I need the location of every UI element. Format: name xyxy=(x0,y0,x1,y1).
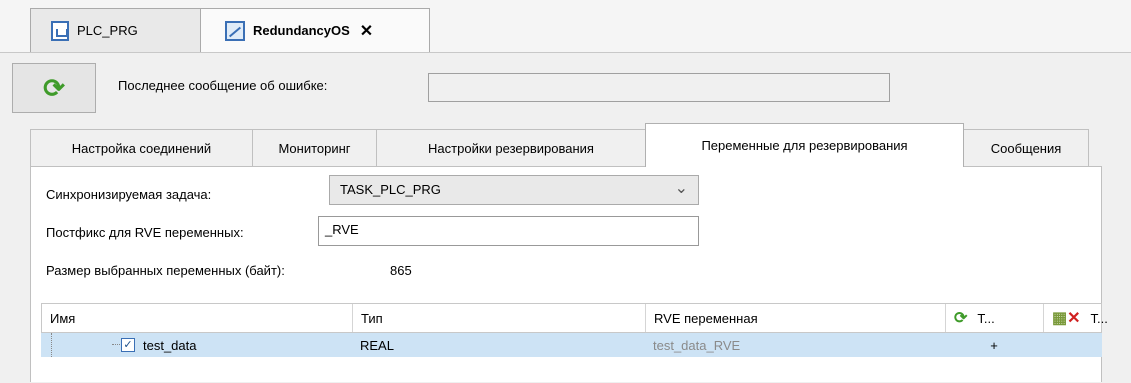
tab-label: RedundancyOS xyxy=(253,23,350,38)
sync-task-label: Синхронизируемая задача: xyxy=(46,187,212,202)
column-label: Имя xyxy=(50,310,76,326)
cell-sync[interactable]: + xyxy=(945,333,1043,357)
delete-icon: ▦✕ xyxy=(1052,310,1081,327)
column-name[interactable]: Имя xyxy=(42,304,353,332)
column-delete[interactable]: ▦✕ Т... xyxy=(1044,304,1108,332)
postfix-label: Постфикс для RVE переменных: xyxy=(46,225,244,240)
column-label: RVE переменная xyxy=(654,310,758,326)
tab-label: PLC_PRG xyxy=(77,23,138,38)
size-label: Размер выбранных переменных (байт): xyxy=(46,263,285,278)
cell-delete[interactable] xyxy=(1043,333,1102,357)
sync-task-value: TASK_PLC_PRG xyxy=(340,182,441,197)
chevron-down-icon: ⌄ xyxy=(674,180,688,197)
refresh-icon: ⟳ xyxy=(43,73,65,103)
sync-task-select[interactable]: TASK_PLC_PRG ⌄ xyxy=(329,175,699,205)
row-checkbox[interactable]: ✓ xyxy=(121,338,135,352)
cell-name: ✓ test_data xyxy=(41,333,352,357)
tab-messages[interactable]: Сообщения xyxy=(963,129,1089,167)
refresh-icon: ⟳ xyxy=(954,310,968,327)
variables-table: Имя Тип RVE переменная ⟳ Т... ▦✕ Т... ✓ … xyxy=(41,303,1108,383)
tree-guide xyxy=(51,333,132,357)
tab-redundancy-os[interactable]: RedundancyOS ✕ xyxy=(200,8,430,52)
editor-tab-strip: PLC_PRG RedundancyOS ✕ xyxy=(0,0,1131,53)
redundancy-variables-page: Синхронизируемая задача: TASK_PLC_PRG ⌄ … xyxy=(30,166,1108,383)
column-label: Тип xyxy=(361,310,383,326)
sub-tab-bar: Настройка соединений Мониторинг Настройк… xyxy=(30,123,1102,167)
program-icon xyxy=(51,20,69,41)
redundancy-panel: ⟳ Последнее сообщение об ошибке: Настрой… xyxy=(0,53,1131,382)
size-value: 865 xyxy=(390,263,412,278)
refresh-button[interactable]: ⟳ xyxy=(12,63,96,113)
table-row[interactable]: ✓ test_data REAL test_data_RVE + xyxy=(41,333,1102,357)
column-label: Т... xyxy=(977,310,995,326)
tab-monitoring[interactable]: Мониторинг xyxy=(252,129,377,167)
tab-redundancy-settings[interactable]: Настройки резервирования xyxy=(376,129,646,167)
cell-type: REAL xyxy=(360,337,394,353)
tab-redundancy-variables[interactable]: Переменные для резервирования xyxy=(645,123,964,167)
tab-plc-prg[interactable]: PLC_PRG xyxy=(30,8,205,52)
last-error-label: Последнее сообщение об ошибке: xyxy=(118,78,328,93)
last-error-field[interactable] xyxy=(428,73,890,102)
variable-name: test_data xyxy=(143,337,197,353)
column-label: Т... xyxy=(1090,310,1108,326)
postfix-input[interactable]: _RVE xyxy=(318,216,699,246)
cell-rve: test_data_RVE xyxy=(653,337,741,353)
table-header: Имя Тип RVE переменная ⟳ Т... ▦✕ Т... xyxy=(41,303,1108,333)
column-rve[interactable]: RVE переменная xyxy=(646,304,946,332)
close-icon[interactable]: ✕ xyxy=(360,21,373,41)
tab-connection-settings[interactable]: Настройка соединений xyxy=(30,129,253,167)
redundancy-icon xyxy=(225,20,245,41)
column-type[interactable]: Тип xyxy=(353,304,646,332)
column-sync[interactable]: ⟳ Т... xyxy=(946,304,1044,332)
